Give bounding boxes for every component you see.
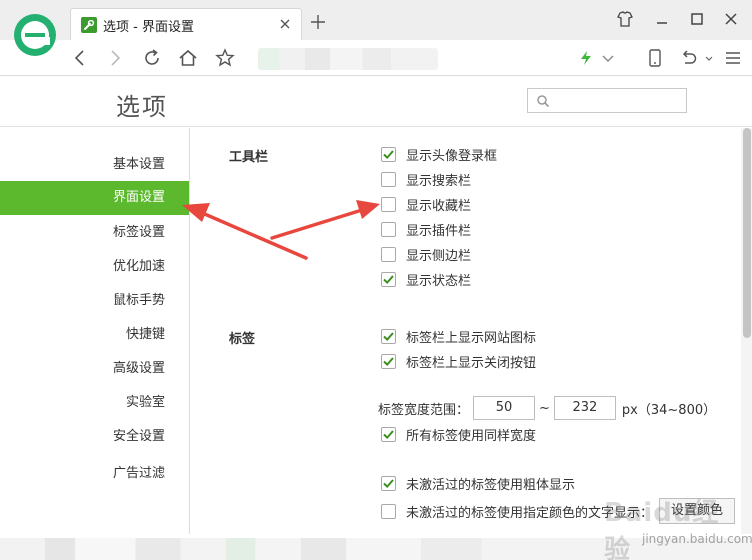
page-title: 选项 bbox=[116, 93, 168, 121]
option-tab-show-close-button[interactable]: 标签栏上显示关闭按钮 bbox=[381, 351, 536, 371]
browser-toolbar bbox=[0, 40, 752, 76]
range-separator: ~ bbox=[539, 400, 550, 416]
option-tab-show-site-icon[interactable]: 标签栏上显示网站图标 bbox=[381, 326, 536, 346]
window-close-icon[interactable] bbox=[720, 8, 742, 30]
checkbox[interactable] bbox=[381, 353, 396, 369]
checkbox[interactable] bbox=[381, 503, 396, 519]
scrollbar-thumb[interactable] bbox=[743, 128, 751, 338]
section-title-toolbar: 工具栏 bbox=[229, 150, 269, 165]
tab-width-range-label: 标签宽度范围： bbox=[378, 402, 470, 418]
settings-content: 工具栏 显示头像登录框 显示搜索栏 显示收藏栏 显示插件栏 显示侧边栏 显示状态… bbox=[191, 128, 741, 534]
star-icon[interactable] bbox=[213, 46, 237, 70]
sidebar-item-advanced[interactable]: 高级设置 bbox=[0, 352, 189, 386]
checkmark-icon bbox=[383, 331, 394, 341]
sidebar-item-interface[interactable]: 界面设置 bbox=[0, 181, 189, 215]
tab-options[interactable]: 选项 - 界面设置 bbox=[70, 8, 302, 40]
chevron-down-icon[interactable] bbox=[596, 46, 620, 70]
tab-width-max-input[interactable]: 232 bbox=[553, 396, 616, 420]
checkmark-icon bbox=[383, 429, 394, 439]
minimize-icon[interactable] bbox=[651, 8, 673, 30]
maximize-icon[interactable] bbox=[686, 8, 708, 30]
tab-width-min-input[interactable]: 50 bbox=[473, 396, 536, 420]
search-icon bbox=[537, 95, 550, 108]
wrench-icon bbox=[81, 17, 97, 33]
option-show-plugin-bar[interactable]: 显示插件栏 bbox=[381, 219, 471, 239]
sidebar-item-shortcuts[interactable]: 快捷键 bbox=[0, 318, 189, 352]
refresh-icon[interactable] bbox=[140, 46, 164, 70]
new-tab-icon[interactable] bbox=[308, 12, 328, 32]
checkbox[interactable] bbox=[381, 196, 396, 212]
checkmark-icon bbox=[383, 149, 394, 159]
checkbox[interactable] bbox=[381, 171, 396, 187]
watermark-brand: Baidu经验 bbox=[604, 498, 720, 560]
option-show-sidebar[interactable]: 显示侧边栏 bbox=[381, 244, 471, 264]
close-tab-icon[interactable] bbox=[277, 16, 293, 32]
sidebar-item-basic[interactable]: 基本设置 bbox=[0, 148, 189, 182]
skin-icon[interactable] bbox=[614, 8, 636, 30]
checkbox[interactable] bbox=[381, 475, 396, 491]
browser-logo-icon bbox=[14, 14, 56, 56]
tab-width-range: 标签宽度范围： 50 ~ 232 px（34~800） bbox=[378, 396, 716, 420]
sidebar-item-lab[interactable]: 实验室 bbox=[0, 386, 189, 420]
option-unvisited-tab-bold[interactable]: 未激活过的标签使用粗体显示 bbox=[381, 473, 575, 493]
baidu-watermark: Baidu经验 jingyan.baidu.com bbox=[600, 492, 752, 560]
checkbox[interactable] bbox=[381, 271, 396, 287]
checkbox[interactable] bbox=[381, 328, 396, 344]
address-bar[interactable] bbox=[258, 48, 438, 70]
checkbox[interactable] bbox=[381, 146, 396, 162]
sidebar-item-security[interactable]: 安全设置 bbox=[0, 420, 189, 454]
sidebar-item-optimize[interactable]: 优化加速 bbox=[0, 250, 189, 284]
option-show-status-bar[interactable]: 显示状态栏 bbox=[381, 269, 471, 289]
forward-icon[interactable] bbox=[103, 46, 127, 70]
options-sidebar: 基本设置 界面设置 标签设置 优化加速 鼠标手势 快捷键 高级设置 实验室 安全… bbox=[0, 128, 190, 534]
checkmark-icon bbox=[383, 478, 394, 488]
home-icon[interactable] bbox=[176, 46, 200, 70]
checkbox[interactable] bbox=[381, 426, 396, 442]
option-tab-same-width[interactable]: 所有标签使用同样宽度 bbox=[381, 424, 536, 444]
checkmark-icon bbox=[383, 356, 394, 366]
option-show-search-bar[interactable]: 显示搜索栏 bbox=[381, 169, 471, 189]
tab-title: 选项 - 界面设置 bbox=[103, 20, 194, 35]
option-show-avatar-login[interactable]: 显示头像登录框 bbox=[381, 144, 497, 164]
menu-icon[interactable] bbox=[721, 46, 745, 70]
section-title-tabs: 标签 bbox=[229, 332, 256, 347]
undo-dropdown-icon[interactable] bbox=[697, 46, 721, 70]
lightning-icon[interactable] bbox=[574, 46, 598, 70]
checkbox[interactable] bbox=[381, 221, 396, 237]
watermark-url: jingyan.baidu.com bbox=[642, 532, 752, 546]
checkbox[interactable] bbox=[381, 246, 396, 262]
back-icon[interactable] bbox=[68, 46, 92, 70]
option-show-favorites-bar[interactable]: 显示收藏栏 bbox=[381, 194, 471, 214]
sidebar-item-mouse-gestures[interactable]: 鼠标手势 bbox=[0, 284, 189, 318]
sidebar-item-tabs[interactable]: 标签设置 bbox=[0, 216, 189, 250]
sidebar-item-adblock[interactable]: 广告过滤 bbox=[0, 457, 189, 491]
options-header: 选项 bbox=[0, 77, 752, 127]
checkmark-icon bbox=[383, 274, 394, 284]
phone-icon[interactable] bbox=[643, 46, 667, 70]
tab-width-unit-hint: px（34~800） bbox=[621, 402, 717, 418]
options-search-input[interactable] bbox=[527, 88, 687, 113]
